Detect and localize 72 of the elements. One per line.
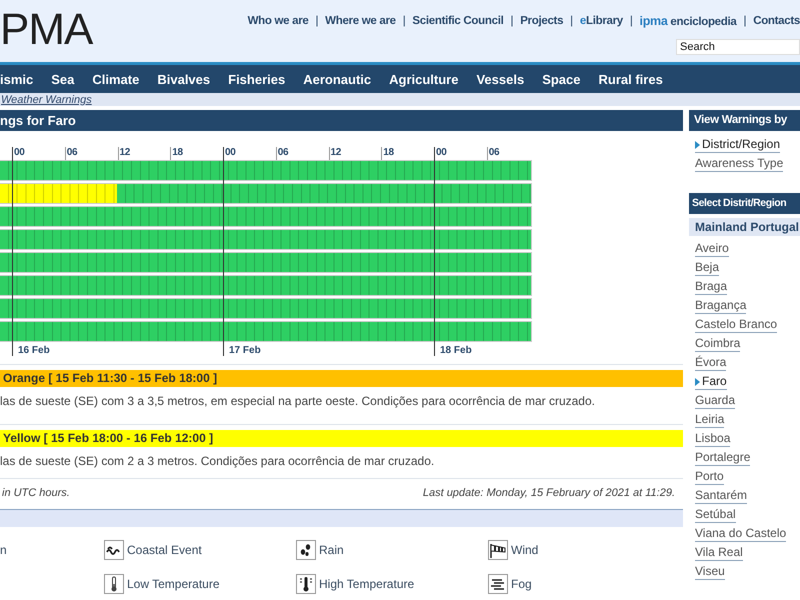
top-link[interactable]: Projects <box>520 15 564 27</box>
nav-item[interactable]: Aeronautic <box>303 72 372 86</box>
link-separator: | <box>570 15 573 27</box>
nav-item[interactable]: Agriculture <box>389 72 458 86</box>
top-link[interactable]: eLibrary <box>580 15 623 27</box>
last-update: Last update: Monday, 15 February of 2021 at 11:29. <box>422 487 675 499</box>
legend-label: Rain <box>319 543 344 557</box>
fog-icon <box>488 574 508 594</box>
legend-label: Low Temperature <box>127 577 220 591</box>
district-link[interactable]: Faro <box>695 374 727 390</box>
nav-item[interactable]: Fisheries <box>228 72 286 86</box>
nav-item[interactable]: Sea <box>51 72 74 86</box>
legend-label: Coastal Event <box>127 543 202 557</box>
sidebar-title: Select Distrit/Region <box>689 193 800 214</box>
warning-title: Orange [ 15 Feb 11:30 - 15 Feb 18:00 ] <box>0 370 683 387</box>
link-separator: | <box>744 15 746 27</box>
top-link[interactable]: Scientific Council <box>412 15 504 27</box>
district-link[interactable]: Bragança <box>695 298 746 314</box>
sidebar-title: View Warnings by <box>689 110 800 131</box>
top-link[interactable]: Contacts <box>753 15 800 27</box>
breadcrumb-link[interactable]: Weather Warnings <box>0 94 92 106</box>
warning-text: las de sueste (SE) com 3 a 3,5 metros, em especial na parte oeste. Condições para ocorrência de mar cruzado. <box>0 394 596 408</box>
day-label: 17 Feb <box>228 345 261 356</box>
link-separator: | <box>402 15 406 27</box>
district-link[interactable]: Leiria <box>695 412 724 428</box>
district-link[interactable]: Coimbra <box>695 336 740 352</box>
legend-label: n <box>0 543 7 557</box>
district-link[interactable]: Portalegre <box>695 450 750 466</box>
warning-text: las de sueste (SE) com 2 a 3 metros. Condições para ocorrência de mar cruzado. <box>0 454 436 468</box>
district-link[interactable]: Santarém <box>695 488 748 504</box>
windsock-icon <box>488 540 508 560</box>
utc-note: in UTC hours. <box>2 487 70 499</box>
district-link[interactable]: Castelo Branco <box>695 317 778 333</box>
district-link[interactable]: Beja <box>695 260 720 276</box>
legend-label: Fog <box>511 577 532 591</box>
district-link[interactable]: Lisboa <box>695 431 730 447</box>
raindrops-icon <box>296 540 316 560</box>
waves-icon <box>104 540 124 560</box>
link-separator: | <box>510 15 514 27</box>
district-link[interactable]: Viana do Castelo <box>695 526 786 542</box>
nav-item[interactable]: Rural fires <box>598 72 663 86</box>
view-option-link[interactable]: Awareness Type <box>695 156 784 172</box>
thermometer-icon <box>296 574 316 594</box>
search-field[interactable]: Search <box>676 39 800 55</box>
nav-item[interactable]: Bivalves <box>157 72 210 86</box>
top-link[interactable]: Where we are <box>325 15 396 27</box>
district-link[interactable]: Aveiro <box>695 241 729 257</box>
nav-item[interactable]: Climate <box>92 72 140 86</box>
warning-title: Yellow [ 15 Feb 18:00 - 16 Feb 12:00 ] <box>0 430 683 447</box>
district-link[interactable]: Setúbal <box>695 507 736 523</box>
legend-label: Wind <box>511 543 538 557</box>
legend-label: High Temperature <box>319 577 414 591</box>
nav-item[interactable]: Vessels <box>476 72 524 86</box>
district-link[interactable]: Braga <box>695 279 728 295</box>
district-link[interactable]: Viseu <box>695 564 725 580</box>
section-title: ngs for Faro <box>0 110 683 131</box>
link-separator: | <box>315 15 318 27</box>
district-link[interactable]: Évora <box>695 355 726 371</box>
district-link[interactable]: Porto <box>695 469 724 485</box>
day-label: 18 Feb <box>439 345 472 356</box>
day-label: 16 Feb <box>17 345 50 356</box>
thermometer-icon <box>104 574 124 594</box>
region-group-header: Mainland Portugal <box>689 218 800 236</box>
top-link[interactable]: Who we are <box>248 15 308 27</box>
link-separator: | <box>630 15 633 27</box>
district-link[interactable]: Vila Real <box>695 545 743 561</box>
nav-item[interactable]: Space <box>542 72 580 86</box>
logo-text[interactable]: PMA <box>0 0 92 62</box>
nav-item[interactable]: ismic <box>0 72 34 86</box>
district-link[interactable]: Guarda <box>695 393 736 409</box>
top-link[interactable]: ipma enciclopedia <box>640 14 736 28</box>
view-option-link[interactable]: District/Region <box>695 137 780 153</box>
